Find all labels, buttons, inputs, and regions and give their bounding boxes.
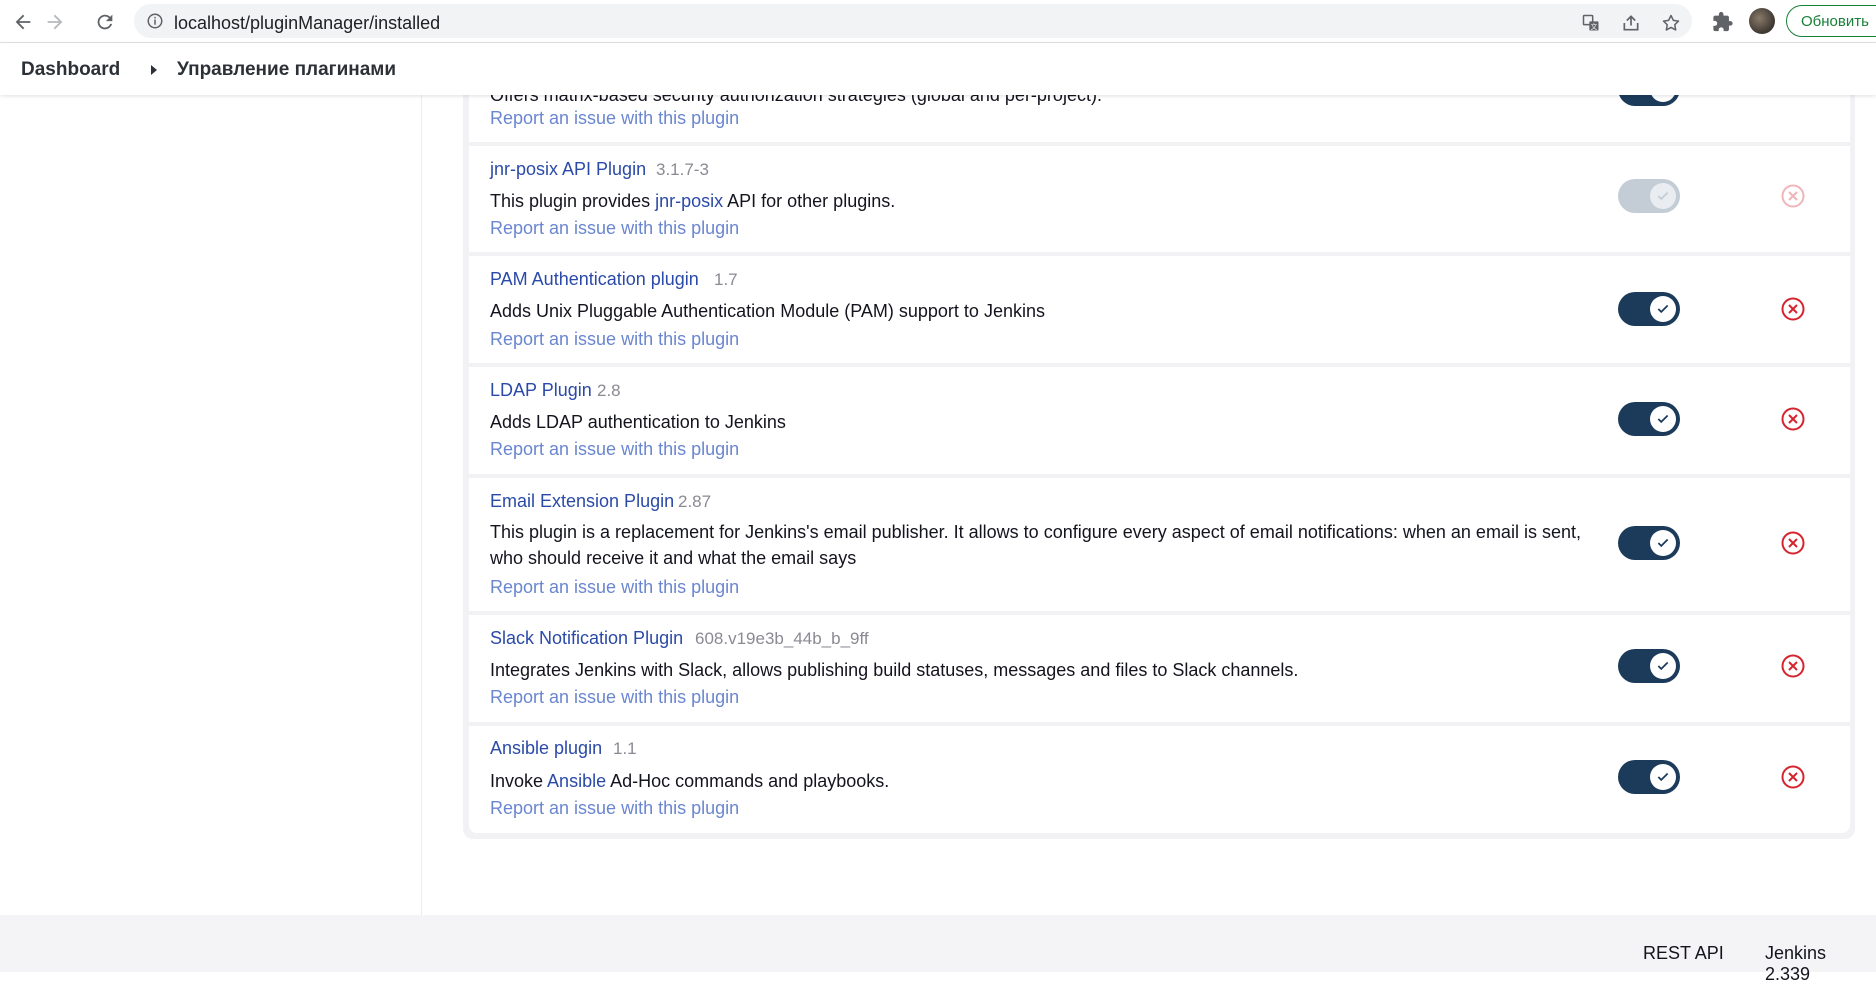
jnr-posix-link[interactable]: jnr-posix	[655, 191, 723, 211]
plugin-version: 2.87	[678, 492, 712, 511]
uninstall-x-icon[interactable]	[1780, 296, 1806, 322]
plugin-description: This plugin provides jnr-posix API for o…	[490, 188, 1620, 214]
plugin-enable-toggle[interactable]	[1618, 649, 1680, 683]
back-arrow-icon[interactable]	[10, 9, 36, 35]
plugin-name-link[interactable]: Email Extension Plugin	[490, 491, 674, 512]
report-issue-link[interactable]: Report an issue with this plugin	[490, 108, 739, 129]
uninstall-x-icon	[1781, 184, 1805, 208]
description-line: This plugin is a replacement for Jenkins…	[490, 522, 1581, 542]
plugin-description: Integrates Jenkins with Slack, allows pu…	[490, 660, 1299, 680]
plugin-row-ldap: LDAP Plugin 2.8 Adds LDAP authentication…	[469, 367, 1850, 474]
share-icon[interactable]	[1620, 12, 1642, 34]
svg-text:文: 文	[1591, 22, 1598, 31]
uninstall-x-icon[interactable]	[1780, 653, 1806, 679]
plugin-version: 608.v19e3b_44b_b_9ff	[695, 629, 869, 648]
description-line: who should receive it and what the email…	[490, 548, 857, 568]
plugin-version: 2.8	[597, 381, 621, 400]
reload-icon[interactable]	[92, 9, 118, 35]
extensions-icon[interactable]	[1710, 9, 1736, 35]
breadcrumb-separator-icon[interactable]	[151, 65, 157, 75]
plugin-version: 1.7	[714, 270, 738, 289]
plugin-version: 1.1	[613, 739, 637, 758]
check-icon	[1650, 406, 1676, 432]
breadcrumb-plugin-manager[interactable]: Управление плагинами	[177, 59, 396, 81]
url-text[interactable]: localhost/pluginManager/installed	[174, 13, 440, 34]
info-icon[interactable]	[146, 12, 164, 35]
plugin-enable-toggle[interactable]	[1618, 526, 1680, 560]
check-icon	[1650, 653, 1676, 679]
report-issue-link[interactable]: Report an issue with this plugin	[490, 798, 739, 819]
plugin-name-link[interactable]: LDAP Plugin	[490, 380, 592, 401]
plugin-enable-toggle[interactable]	[1618, 179, 1680, 213]
description-text: This plugin provides	[490, 191, 656, 211]
plugin-row-slack: Slack Notification Plugin 608.v19e3b_44b…	[469, 615, 1850, 722]
breadcrumb-dashboard[interactable]: Dashboard	[21, 59, 120, 81]
rest-api-link[interactable]: REST API	[1643, 943, 1724, 964]
report-issue-link[interactable]: Report an issue with this plugin	[490, 577, 739, 598]
breadcrumb: Dashboard Управление плагинами	[0, 43, 1876, 95]
plugin-description: Adds LDAP authentication to Jenkins	[490, 412, 786, 432]
plugin-name-link[interactable]: PAM Authentication plugin	[490, 269, 699, 290]
plugin-version: 3.1.7-3	[656, 160, 709, 179]
star-icon[interactable]	[1660, 12, 1682, 34]
plugin-row-email-ext: Email Extension Plugin 2.87 This plugin …	[469, 478, 1850, 611]
update-browser-button[interactable]: Обновить	[1786, 5, 1876, 37]
browser-toolbar: localhost/pluginManager/installed 文 Обно…	[0, 0, 1876, 43]
plugin-enable-toggle[interactable]	[1618, 292, 1680, 326]
page-footer: REST API Jenkins 2.339	[0, 915, 1876, 984]
translate-icon[interactable]: 文	[1580, 12, 1602, 34]
plugin-row-ansible: Ansible plugin 1.1 Invoke Ansible Ad-Hoc…	[469, 726, 1850, 833]
plugin-enable-toggle[interactable]	[1618, 760, 1680, 794]
forward-arrow-icon[interactable]	[42, 9, 68, 35]
report-issue-link[interactable]: Report an issue with this plugin	[490, 439, 739, 460]
address-bar[interactable]: localhost/pluginManager/installed 文	[134, 4, 1692, 38]
jenkins-version-link[interactable]: Jenkins 2.339	[1765, 943, 1876, 985]
profile-avatar[interactable]	[1749, 8, 1775, 34]
report-issue-link[interactable]: Report an issue with this plugin	[490, 329, 739, 350]
plugin-row-pam-auth: PAM Authentication plugin 1.7 Adds Unix …	[469, 256, 1850, 363]
plugin-name-link[interactable]: jnr-posix API Plugin	[490, 159, 646, 180]
plugin-enable-toggle[interactable]	[1618, 402, 1680, 436]
report-issue-link[interactable]: Report an issue with this plugin	[490, 687, 739, 708]
uninstall-x-icon[interactable]	[1780, 530, 1806, 556]
description-text: API for other plugins.	[723, 191, 896, 211]
plugin-row-jnr-posix: jnr-posix API Plugin 3.1.7-3 This plugin…	[469, 146, 1850, 252]
uninstall-x-icon[interactable]	[1780, 764, 1806, 790]
plugin-description: Adds Unix Pluggable Authentication Modul…	[490, 301, 1045, 321]
plugin-description: This plugin is a replacement for Jenkins…	[490, 519, 1620, 571]
check-icon	[1650, 183, 1676, 209]
report-issue-link[interactable]: Report an issue with this plugin	[490, 218, 739, 239]
plugin-name-link[interactable]: Slack Notification Plugin	[490, 628, 683, 649]
plugin-description: Invoke Ansible Ad-Hoc commands and playb…	[490, 768, 1620, 794]
check-icon	[1650, 296, 1676, 322]
sidebar-divider	[421, 95, 422, 915]
ansible-link[interactable]: Ansible	[547, 771, 606, 791]
uninstall-x-icon[interactable]	[1780, 406, 1806, 432]
check-icon	[1650, 530, 1676, 556]
check-icon	[1650, 764, 1676, 790]
description-text: Ad-Hoc commands and playbooks.	[606, 771, 890, 791]
plugin-name-link[interactable]: Ansible plugin	[490, 738, 602, 759]
description-text: Invoke	[490, 771, 548, 791]
